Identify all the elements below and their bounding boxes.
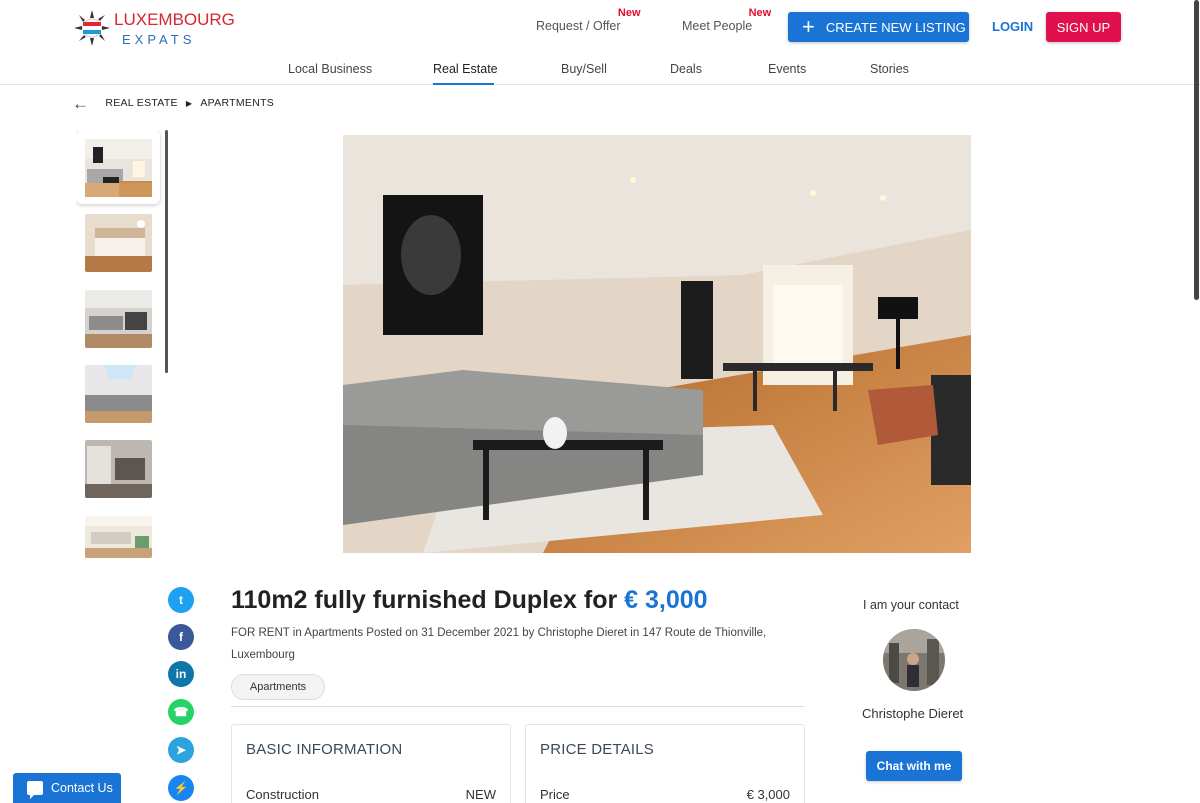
category-tag[interactable]: Apartments: [231, 674, 325, 700]
request-offer-label: Request / Offer: [536, 19, 621, 33]
section-divider: [231, 706, 804, 707]
price-label: Price: [540, 787, 570, 802]
chat-with-me-button[interactable]: Chat with me: [866, 751, 962, 781]
contact-avatar[interactable]: [883, 629, 945, 691]
listing-title-text: 110m2 fully furnished Duplex for: [231, 586, 618, 614]
construction-value: NEW: [465, 787, 496, 802]
facebook-icon[interactable]: f: [168, 624, 194, 650]
twitter-icon[interactable]: t: [168, 587, 194, 613]
nav-item-real-estate[interactable]: Real Estate: [433, 62, 498, 76]
create-listing-button[interactable]: + CREATE NEW LISTING: [788, 12, 969, 42]
request-offer-link[interactable]: Request / Offer New: [536, 7, 641, 33]
contact-name: Christophe Dieret: [862, 706, 964, 721]
nav-item-buy-sell[interactable]: Buy/Sell: [561, 62, 607, 76]
nav-item-events[interactable]: Events: [768, 62, 806, 76]
site-header: LUXEMBOURG EXPATS Request / Offer New Me…: [0, 0, 1200, 85]
breadcrumb: ← REAL ESTATE ▶ APARTMENTS: [72, 95, 274, 112]
thumbnail-hall-image: [85, 516, 152, 558]
nav-item-deals[interactable]: Deals: [670, 62, 702, 76]
meet-people-link[interactable]: Meet People New: [682, 7, 771, 33]
thumbnail-living-room-image: [85, 139, 152, 197]
thumbnail-4[interactable]: [85, 365, 152, 423]
breadcrumb-separator-icon: ▶: [185, 98, 193, 108]
signup-button[interactable]: SIGN UP: [1046, 12, 1121, 42]
nav-item-local-business[interactable]: Local Business: [288, 62, 372, 76]
whatsapp-icon[interactable]: ☎: [168, 699, 194, 725]
thumbnail-scrollbar[interactable]: [165, 130, 168, 373]
meet-people-label: Meet People: [682, 19, 753, 33]
main-nav: Local Business Real Estate Buy/Sell Deal…: [0, 61, 1200, 85]
price-value: € 3,000: [746, 787, 790, 802]
thumbnail-6[interactable]: [85, 516, 152, 558]
create-listing-label: CREATE NEW LISTING: [825, 19, 966, 35]
price-details-heading: PRICE DETAILS: [540, 741, 655, 758]
logo-emblem-icon: [74, 10, 110, 46]
site-logo[interactable]: LUXEMBOURG EXPATS: [72, 8, 235, 48]
thumbnail-5[interactable]: [85, 440, 152, 498]
contact-heading: I am your contact: [863, 598, 959, 612]
page-scrollbar[interactable]: [1194, 0, 1199, 300]
thumbnail-lounge-image: [85, 290, 152, 348]
basic-information-heading: BASIC INFORMATION: [246, 741, 403, 758]
breadcrumb-real-estate[interactable]: REAL ESTATE: [105, 97, 178, 109]
nav-active-indicator: [433, 83, 494, 85]
price-details-card: PRICE DETAILS Price € 3,000: [525, 724, 805, 803]
breadcrumb-apartments[interactable]: APARTMENTS: [200, 97, 274, 109]
plus-icon: +: [802, 14, 815, 39]
listing-price: € 3,000: [624, 586, 708, 614]
messenger-icon[interactable]: ⚡: [168, 775, 194, 801]
listing-meta: FOR RENT in Apartments Posted on 31 Dece…: [231, 627, 767, 661]
chat-bubble-icon: [27, 781, 43, 799]
contact-us-button[interactable]: Contact Us: [13, 773, 121, 803]
logo-text-primary: LUXEMBOURG: [114, 10, 235, 29]
new-badge: New: [748, 7, 772, 19]
logo-text-secondary: EXPATS: [122, 32, 196, 47]
thumbnail-selected[interactable]: [76, 130, 160, 204]
basic-information-card: BASIC INFORMATION Construction NEW: [231, 724, 511, 803]
thumbnail-kitchen-image: [85, 365, 152, 423]
thumbnail-3[interactable]: [85, 290, 152, 348]
thumbnail-bedroom-image: [85, 214, 152, 272]
living-room-photo-image: [343, 135, 971, 553]
thumbnail-dining-image: [85, 440, 152, 498]
contact-avatar-image: [883, 629, 945, 691]
new-badge: New: [617, 7, 641, 19]
construction-label: Construction: [246, 787, 319, 802]
back-arrow-icon[interactable]: ←: [72, 95, 89, 112]
thumbnail-2[interactable]: [85, 214, 152, 272]
listing-title: 110m2 fully furnished Duplex for € 3,000: [231, 586, 708, 615]
nav-item-stories[interactable]: Stories: [870, 62, 909, 76]
contact-us-label: Contact Us: [51, 781, 113, 795]
linkedin-icon[interactable]: in: [168, 661, 194, 687]
telegram-icon[interactable]: ➤: [168, 737, 194, 763]
login-link[interactable]: LOGIN: [992, 19, 1033, 34]
photo-thumbnails: [76, 130, 172, 558]
main-listing-photo[interactable]: [343, 135, 971, 553]
